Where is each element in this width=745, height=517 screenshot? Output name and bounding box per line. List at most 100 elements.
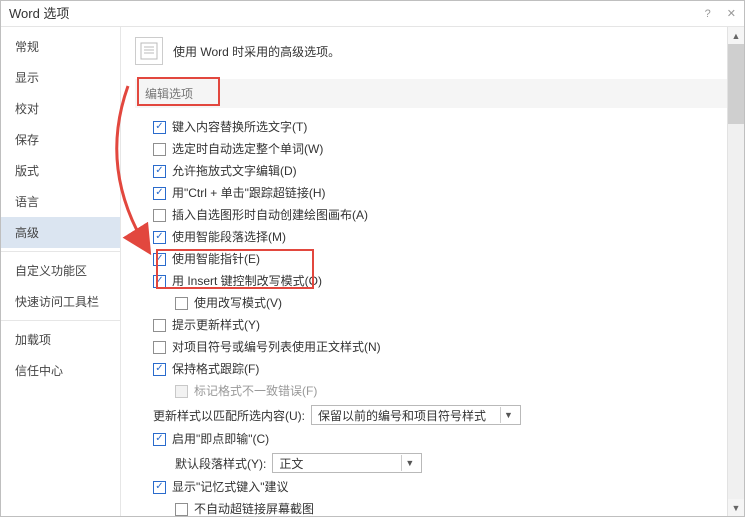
option-row: 选定时自动选定整个单词(W): [153, 138, 730, 160]
scroll-thumb[interactable]: [728, 44, 744, 124]
help-icon[interactable]: ?: [705, 1, 711, 27]
sidebar-item-quick-access[interactable]: 快速访问工具栏: [1, 286, 120, 317]
header-description: 使用 Word 时采用的高级选项。: [173, 43, 340, 60]
option-row: 不自动超链接屏幕截图: [175, 498, 730, 516]
close-icon[interactable]: ✕: [727, 1, 736, 27]
section-heading-label: 编辑选项: [145, 87, 193, 101]
checkbox[interactable]: [153, 209, 166, 222]
option-row: 键入内容替换所选文字(T): [153, 116, 730, 138]
checkbox[interactable]: [153, 143, 166, 156]
option-label: 使用智能指针(E): [172, 251, 260, 267]
checkbox[interactable]: [153, 187, 166, 200]
scroll-down-button[interactable]: ▼: [728, 499, 744, 516]
checkbox[interactable]: [153, 319, 166, 332]
option-row: 用"Ctrl + 单击"跟踪超链接(H): [153, 182, 730, 204]
style-update-select[interactable]: 保留以前的编号和项目符号样式 ▼: [311, 405, 521, 425]
option-label: 显示"记忆式键入"建议: [172, 479, 289, 495]
select-value: 保留以前的编号和项目符号样式: [318, 407, 486, 424]
checkbox[interactable]: [153, 231, 166, 244]
scroll-up-button[interactable]: ▲: [728, 27, 744, 44]
sidebar-separator: [1, 251, 120, 252]
sidebar-item-proofing[interactable]: 校对: [1, 93, 120, 124]
options-group: 启用"即点即输"(C): [135, 428, 730, 450]
checkbox[interactable]: [153, 165, 166, 178]
sidebar: 常规 显示 校对 保存 版式 语言 高级 自定义功能区 快速访问工具栏 加载项 …: [1, 27, 121, 516]
para-style-label: 默认段落样式(Y):: [175, 455, 266, 472]
sidebar-item-label: 自定义功能区: [15, 264, 87, 278]
option-row: 使用智能指针(E): [153, 248, 730, 270]
option-label: 对项目符号或编号列表使用正文样式(N): [172, 339, 381, 355]
sidebar-item-addins[interactable]: 加载项: [1, 324, 120, 355]
option-row: 使用智能段落选择(M): [153, 226, 730, 248]
window-controls: ? ✕: [705, 1, 736, 27]
option-row: 显示"记忆式键入"建议: [153, 476, 730, 498]
sidebar-item-layout[interactable]: 版式: [1, 155, 120, 186]
sidebar-item-label: 版式: [15, 164, 39, 178]
checkbox[interactable]: [175, 297, 188, 310]
style-update-label: 更新样式以匹配所选内容(U):: [153, 407, 305, 424]
checkbox[interactable]: [153, 341, 166, 354]
sidebar-item-label: 显示: [15, 71, 39, 85]
checkbox[interactable]: [153, 121, 166, 134]
option-row: 用 Insert 键控制改写模式(O): [153, 270, 730, 292]
checkbox[interactable]: [153, 253, 166, 266]
titlebar: Word 选项 ? ✕: [1, 1, 744, 27]
sidebar-item-label: 保存: [15, 133, 39, 147]
checkbox[interactable]: [175, 503, 188, 516]
sidebar-item-label: 高级: [15, 226, 39, 240]
option-label: 插入自选图形时自动创建绘图画布(A): [172, 207, 368, 223]
option-label: 键入内容替换所选文字(T): [172, 119, 307, 135]
option-row: 提示更新样式(Y): [153, 314, 730, 336]
checkbox[interactable]: [153, 275, 166, 288]
sidebar-item-general[interactable]: 常规: [1, 31, 120, 62]
options-group: 键入内容替换所选文字(T) 选定时自动选定整个单词(W) 允许拖放式文字编辑(D) 用…: [135, 116, 730, 402]
option-label: 用"Ctrl + 单击"跟踪超链接(H): [172, 185, 326, 201]
option-label: 使用改写模式(V): [194, 295, 282, 311]
sidebar-item-label: 信任中心: [15, 364, 63, 378]
header-icon: [135, 37, 163, 65]
option-label: 提示更新样式(Y): [172, 317, 260, 333]
sidebar-item-save[interactable]: 保存: [1, 124, 120, 155]
sidebar-separator: [1, 320, 120, 321]
sidebar-item-trust-center[interactable]: 信任中心: [1, 355, 120, 386]
option-row: 保持格式跟踪(F): [153, 358, 730, 380]
option-label: 不自动超链接屏幕截图: [194, 501, 314, 516]
option-label: 保持格式跟踪(F): [172, 361, 259, 377]
sidebar-item-language[interactable]: 语言: [1, 186, 120, 217]
checkbox[interactable]: [153, 363, 166, 376]
para-style-row: 默认段落样式(Y): 正文 ▼: [135, 450, 730, 476]
sidebar-item-customize-ribbon[interactable]: 自定义功能区: [1, 255, 120, 286]
checkbox[interactable]: [153, 433, 166, 446]
body: 常规 显示 校对 保存 版式 语言 高级 自定义功能区 快速访问工具栏 加载项 …: [1, 27, 744, 516]
checkbox: [175, 385, 188, 398]
option-row: 启用"即点即输"(C): [153, 428, 730, 450]
window: Word 选项 ? ✕ 常规 显示 校对 保存 版式 语言 高级 自定义功能区 …: [0, 0, 745, 517]
option-label: 标记格式不一致错误(F): [194, 383, 317, 399]
option-label: 选定时自动选定整个单词(W): [172, 141, 323, 157]
option-label: 启用"即点即输"(C): [172, 431, 269, 447]
window-title: Word 选项: [9, 1, 69, 27]
select-value: 正文: [279, 455, 303, 472]
option-row: 标记格式不一致错误(F): [175, 380, 730, 402]
scrollbar-vertical[interactable]: ▲ ▼: [727, 27, 744, 516]
option-label: 允许拖放式文字编辑(D): [172, 163, 297, 179]
option-label: 用 Insert 键控制改写模式(O): [172, 273, 322, 289]
options-group: 显示"记忆式键入"建议不自动超链接屏幕截图使用序列检查(Q)键入内容替换(P): [135, 476, 730, 516]
sidebar-item-label: 快速访问工具栏: [15, 295, 99, 309]
option-row: 对项目符号或编号列表使用正文样式(N): [153, 336, 730, 358]
sidebar-item-label: 加载项: [15, 333, 51, 347]
option-row: 插入自选图形时自动创建绘图画布(A): [153, 204, 730, 226]
chevron-down-icon: ▼: [401, 455, 417, 471]
sidebar-item-display[interactable]: 显示: [1, 62, 120, 93]
sidebar-item-advanced[interactable]: 高级: [1, 217, 120, 248]
style-update-row: 更新样式以匹配所选内容(U): 保留以前的编号和项目符号样式 ▼: [135, 402, 730, 428]
para-style-select[interactable]: 正文 ▼: [272, 453, 422, 473]
header-row: 使用 Word 时采用的高级选项。: [135, 37, 730, 65]
option-row: 使用改写模式(V): [175, 292, 730, 314]
option-row: 允许拖放式文字编辑(D): [153, 160, 730, 182]
checkbox[interactable]: [153, 481, 166, 494]
main-panel: 使用 Word 时采用的高级选项。 编辑选项 键入内容替换所选文字(T) 选定时自…: [121, 27, 744, 516]
section-heading-editing: 编辑选项: [135, 79, 730, 108]
sidebar-item-label: 常规: [15, 40, 39, 54]
chevron-down-icon: ▼: [500, 407, 516, 423]
